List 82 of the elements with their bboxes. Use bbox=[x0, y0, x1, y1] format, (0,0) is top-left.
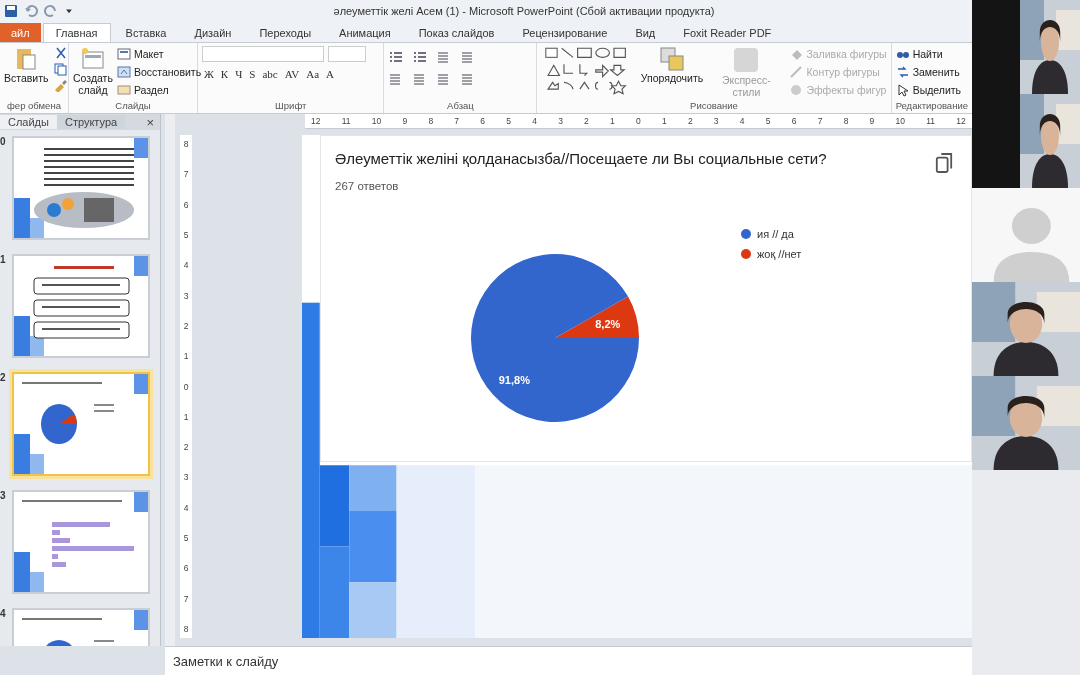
styles-icon bbox=[732, 46, 761, 74]
slide-thumbnail[interactable] bbox=[12, 254, 150, 358]
slide-thumbnail[interactable] bbox=[12, 490, 150, 594]
slice-label: 91,8% bbox=[498, 374, 530, 387]
ribbon-tab[interactable]: Вставка bbox=[112, 23, 180, 42]
align-icon[interactable] bbox=[436, 50, 451, 64]
vertical-ruler: 8 7 6 5 4 3 2 1 0 1 2 3 4 5 6 7 8 bbox=[180, 135, 192, 638]
format-button[interactable]: Aa bbox=[304, 68, 322, 80]
align-icon[interactable] bbox=[388, 72, 403, 86]
align-icon[interactable] bbox=[460, 72, 475, 86]
arrange-button[interactable]: Упорядочить bbox=[640, 46, 704, 100]
editing-button[interactable]: Найти bbox=[895, 46, 962, 62]
replace-icon bbox=[895, 65, 910, 79]
ribbon-tab[interactable]: айл bbox=[0, 23, 41, 42]
redo-icon[interactable] bbox=[44, 4, 58, 18]
slide-thumbnail[interactable] bbox=[12, 136, 150, 240]
editing-button[interactable]: Заменить bbox=[895, 64, 962, 80]
ribbon-tab[interactable]: Рецензирование bbox=[509, 23, 621, 42]
reset-button[interactable]: Восстановить bbox=[116, 64, 202, 80]
list-icon[interactable] bbox=[412, 50, 427, 64]
group-label: Шрифт bbox=[274, 100, 308, 113]
slide-thumbnail[interactable] bbox=[12, 372, 150, 476]
format-button[interactable]: abc bbox=[260, 68, 280, 80]
select-icon bbox=[895, 83, 910, 97]
layout-button[interactable]: Макет bbox=[116, 46, 202, 62]
format-button[interactable]: Ч bbox=[233, 68, 245, 80]
question-title: Әлеуметтік желіні қолданасызба//Посещаете ли Вы социальные сети? bbox=[335, 150, 827, 167]
align-icon[interactable] bbox=[436, 72, 451, 86]
ribbon-tab[interactable]: Анимация bbox=[326, 23, 404, 42]
size-field[interactable] bbox=[328, 46, 366, 62]
slice-label: 8,2% bbox=[595, 318, 621, 331]
response-count: 267 ответов bbox=[335, 180, 399, 192]
slide-number: 0 bbox=[0, 136, 7, 147]
ribbon-tab[interactable]: Foxit Reader PDF bbox=[670, 23, 785, 42]
panel-tab[interactable]: Структура bbox=[56, 115, 126, 129]
close-button[interactable]: × bbox=[146, 114, 154, 130]
section-icon bbox=[116, 83, 131, 97]
ribbon-tab[interactable]: Переходы bbox=[246, 23, 325, 42]
layout-icon bbox=[116, 47, 131, 61]
legend-label: жоқ //нет bbox=[757, 248, 802, 260]
group-label: Редактирование bbox=[895, 100, 968, 113]
undo-icon[interactable] bbox=[24, 4, 38, 18]
slide-icon bbox=[79, 46, 106, 72]
duplicate-icon[interactable] bbox=[935, 152, 953, 174]
legend-label: ия // да bbox=[757, 228, 794, 240]
format-button[interactable]: К bbox=[218, 68, 231, 80]
format-button[interactable]: A bbox=[324, 68, 336, 80]
reset-icon bbox=[116, 65, 131, 79]
group-label: фер обмена bbox=[6, 100, 62, 113]
group-label: Абзац bbox=[446, 100, 475, 113]
group-label: Рисование bbox=[689, 100, 739, 113]
ribbon-tab[interactable]: Дизайн bbox=[181, 23, 245, 42]
window-title: әлеуметтік желі Асем (1) - Microsoft PowerPoint (Сбой активации продукта) bbox=[332, 5, 716, 17]
list-icon[interactable] bbox=[388, 50, 403, 64]
font-field[interactable] bbox=[202, 46, 324, 62]
panel-tab[interactable]: Слайды bbox=[0, 115, 57, 129]
align-icon[interactable] bbox=[412, 72, 427, 86]
new-slide-button[interactable]: Создать слайд bbox=[73, 46, 113, 100]
ribbon-tab[interactable]: Вид bbox=[622, 23, 669, 42]
slide-number: 4 bbox=[0, 608, 7, 619]
align-icon[interactable] bbox=[460, 50, 475, 64]
slide-number: 2 bbox=[0, 372, 7, 383]
scrollbar[interactable] bbox=[165, 114, 175, 646]
format-button[interactable]: Ж bbox=[202, 68, 216, 80]
save-icon[interactable] bbox=[4, 4, 18, 18]
ribbon-tab[interactable]: Главная bbox=[42, 23, 111, 42]
editing-button[interactable]: Выделить bbox=[895, 82, 962, 98]
outline-icon bbox=[789, 65, 804, 79]
notes-field[interactable]: Заметки к слайду bbox=[165, 646, 972, 675]
slide-number: 3 bbox=[0, 490, 7, 501]
horizontal-ruler: 12 11 10 9 8 7 6 5 4 3 2 1 0 1 2 3 4 5 6 7 8 9 10 11 12 bbox=[305, 114, 972, 129]
copy-icon[interactable] bbox=[52, 62, 67, 76]
format-button[interactable]: AV bbox=[282, 68, 302, 80]
effects-icon bbox=[789, 83, 804, 97]
arrange-icon bbox=[659, 46, 685, 72]
section-button[interactable]: Раздел bbox=[116, 82, 202, 98]
paste-icon bbox=[14, 46, 39, 72]
slide-number: 1 bbox=[0, 254, 7, 265]
ribbon-tab[interactable]: Показ слайдов bbox=[405, 23, 508, 42]
group-label: Слайды bbox=[114, 100, 152, 113]
paste-button[interactable]: Вставить bbox=[4, 46, 49, 100]
format-button[interactable]: S bbox=[247, 68, 258, 80]
